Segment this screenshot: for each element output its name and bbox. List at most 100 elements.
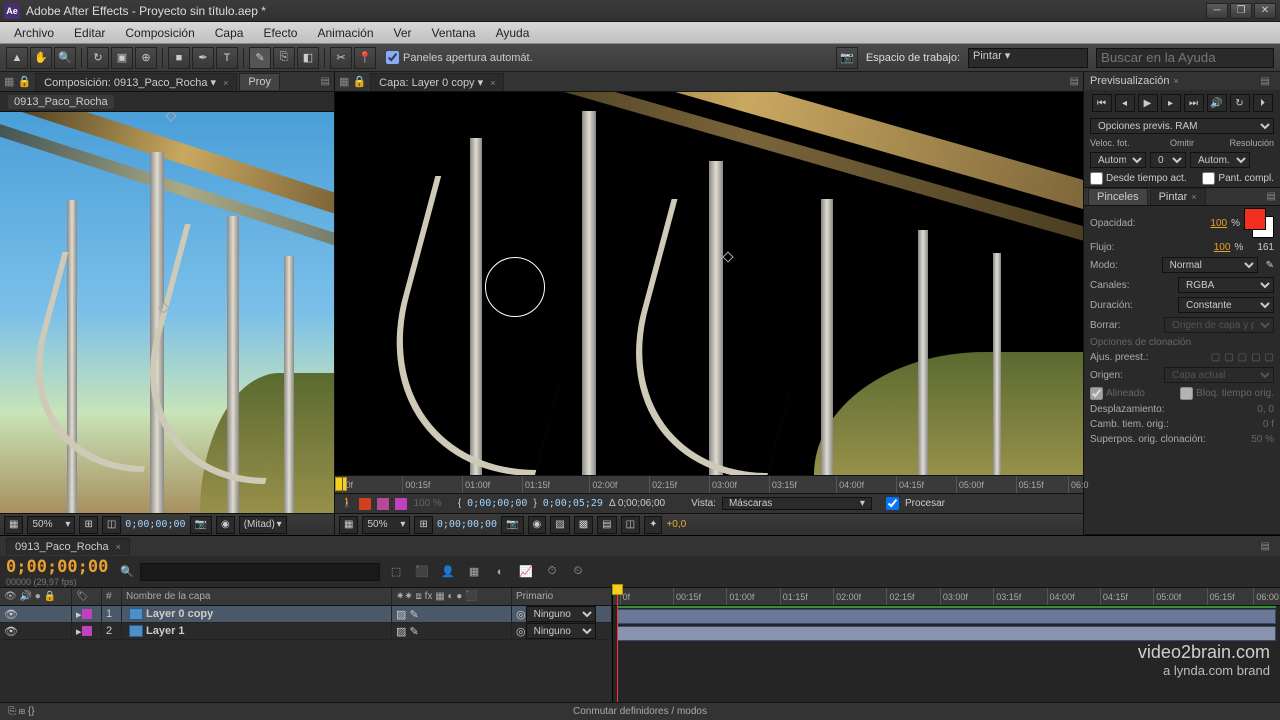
flow-value[interactable]: 100 <box>1214 242 1231 253</box>
toggle-icon[interactable]: ⎘ ⊞ {} <box>8 706 35 717</box>
breadcrumb-item[interactable]: 0913_Paco_Rocha <box>8 95 114 109</box>
panel-menu-icon[interactable]: ▤ <box>1267 191 1276 202</box>
zoom-select[interactable]: 50%▾ <box>27 516 75 534</box>
res-select[interactable]: Autom. <box>1190 152 1250 168</box>
fx-pen-icon[interactable]: ✎ <box>409 625 418 638</box>
close-icon[interactable]: × <box>1191 192 1196 202</box>
help-search-input[interactable] <box>1096 48 1274 68</box>
guides-icon[interactable]: ▤ <box>597 516 616 534</box>
timeline-cti[interactable] <box>617 588 618 702</box>
visibility-toggle[interactable]: 👁 <box>4 608 18 621</box>
parent-select[interactable]: Ninguno <box>526 606 596 622</box>
eraser-tool[interactable]: ◧ <box>297 47 319 69</box>
rotate-tool[interactable]: ↻ <box>87 47 109 69</box>
motionblur-icon[interactable]: ◐ <box>490 562 510 582</box>
mode-select[interactable]: Normal <box>1162 257 1258 273</box>
duration-select[interactable]: Constante <box>1178 297 1274 313</box>
layer-timecode[interactable]: 0;00;00;00 <box>437 519 497 530</box>
maximize-button[interactable]: ❐ <box>1230 3 1252 19</box>
layer-name[interactable]: Layer 0 copy <box>146 608 213 620</box>
layer-row-1[interactable]: 👁 ▸ 1 Layer 0 copy ▨ ✎ ◎ Ninguno <box>0 606 612 623</box>
tab-project[interactable]: Proy <box>239 73 280 90</box>
timeline-search-input[interactable] <box>140 563 380 581</box>
menu-composicion[interactable]: Composición <box>115 24 204 42</box>
menu-ver[interactable]: Ver <box>384 24 422 42</box>
tab-layer[interactable]: Capa: Layer 0 copy ▾ × <box>370 73 504 91</box>
fx-toggle[interactable]: ▨ <box>396 625 406 638</box>
fullscreen-checkbox[interactable] <box>1202 172 1215 185</box>
snapshot-icon[interactable]: 📷 <box>836 47 858 69</box>
comp-mini-icon[interactable]: ⬚ <box>386 562 406 582</box>
grid-icon[interactable]: ▦ <box>4 516 23 534</box>
menu-animacion[interactable]: Animación <box>307 24 383 42</box>
panel-menu-icon[interactable]: ▤ <box>1261 76 1270 87</box>
3d-icon[interactable]: ⬛ <box>412 562 432 582</box>
resolution-select[interactable]: (Mitad)▾ <box>239 516 287 534</box>
close-icon[interactable]: × <box>223 78 228 88</box>
fx-pen-icon[interactable]: ✎ <box>409 608 418 621</box>
close-icon[interactable]: × <box>1173 76 1178 86</box>
vista-select[interactable]: Máscaras▾ <box>722 497 872 510</box>
channels-select[interactable]: RGBA <box>1178 277 1274 293</box>
from-current-checkbox[interactable] <box>1090 172 1103 185</box>
toggle-switches-label[interactable]: Conmutar definidores / modos <box>573 706 707 717</box>
menu-editar[interactable]: Editar <box>64 24 115 42</box>
layer-viewport[interactable] <box>335 92 1083 475</box>
roto-tool[interactable]: ✂ <box>330 47 352 69</box>
menu-ventana[interactable]: Ventana <box>422 24 486 42</box>
pen-tool[interactable]: ✒ <box>192 47 214 69</box>
tab-paint[interactable]: Pintar× <box>1150 188 1206 205</box>
menu-ayuda[interactable]: Ayuda <box>486 24 540 42</box>
alpha-icon[interactable]: ▨ <box>550 516 569 534</box>
channel-icon[interactable]: ◉ <box>528 516 547 534</box>
label-color[interactable] <box>82 609 92 619</box>
layer-time-ruler[interactable]: 0f 00:15f 01:00f 01:15f 02:00f 02:15f 03… <box>335 475 1083 493</box>
label-color[interactable] <box>82 626 92 636</box>
autopanels-checkbox[interactable] <box>386 51 399 64</box>
play-button[interactable]: ▶ <box>1138 94 1158 112</box>
anchor-tool[interactable]: ⊕ <box>135 47 157 69</box>
fg-color-swatch[interactable] <box>1244 208 1266 230</box>
layer-bar-2[interactable] <box>617 626 1276 641</box>
audio-button[interactable]: 🔊 <box>1207 94 1227 112</box>
prev-frame-button[interactable]: ◂ <box>1115 94 1135 112</box>
puppet-tool[interactable]: 📍 <box>354 47 376 69</box>
menu-archivo[interactable]: Archivo <box>4 24 64 42</box>
close-button[interactable]: ✕ <box>1254 3 1276 19</box>
eyedropper-icon[interactable]: ✎ <box>1266 260 1274 271</box>
loop-button[interactable]: ↻ <box>1230 94 1250 112</box>
visibility-toggle[interactable]: 👁 <box>4 625 18 638</box>
panel-menu-icon[interactable]: ▤ <box>1261 541 1270 552</box>
timeline-tab[interactable]: 0913_Paco_Rocha × <box>6 538 130 555</box>
checker-icon[interactable]: ▩ <box>574 516 593 534</box>
shy-icon[interactable]: 👤 <box>438 562 458 582</box>
composition-viewport[interactable] <box>0 112 334 513</box>
first-frame-button[interactable]: ⏮ <box>1092 94 1112 112</box>
minimize-button[interactable]: ─ <box>1206 3 1228 19</box>
opacity-value[interactable]: 100 <box>1210 218 1227 229</box>
shape-tool[interactable]: ■ <box>168 47 190 69</box>
selection-tool[interactable]: ▲ <box>6 47 28 69</box>
panel-menu-icon[interactable]: ▤ <box>321 76 330 87</box>
close-icon[interactable]: × <box>490 78 495 88</box>
layer-bar-1[interactable] <box>617 609 1276 624</box>
out-timecode[interactable]: 0;00;05;29 <box>543 498 603 509</box>
pixel-icon[interactable]: ◫ <box>621 516 640 534</box>
next-frame-button[interactable]: ▸ <box>1161 94 1181 112</box>
zoom-tool[interactable]: 🔍 <box>54 47 76 69</box>
procesar-checkbox[interactable] <box>886 497 899 510</box>
parent-select[interactable]: Ninguno <box>526 623 596 639</box>
res-icon[interactable]: ⊞ <box>414 516 432 534</box>
preview-options-select[interactable]: Opciones previs. RAM <box>1090 118 1274 134</box>
channel-icon[interactable]: ◉ <box>216 516 235 534</box>
tab-brushes[interactable]: Pinceles <box>1088 188 1148 205</box>
mask-icon[interactable]: ◫ <box>102 516 121 534</box>
grid-icon[interactable]: ▦ <box>339 516 358 534</box>
comp-timecode[interactable]: 0;00;00;00 <box>125 519 185 530</box>
hand-tool[interactable]: ✋ <box>30 47 52 69</box>
ram-preview-button[interactable]: ⏵ <box>1253 94 1273 112</box>
fx-icon[interactable]: ✦ <box>644 516 662 534</box>
frameblend-icon[interactable]: ▦ <box>464 562 484 582</box>
timeline-ruler[interactable]: 0f 00:15f 01:00f 01:15f 02:00f 02:15f 03… <box>613 588 1280 606</box>
camera-tool[interactable]: ▣ <box>111 47 133 69</box>
